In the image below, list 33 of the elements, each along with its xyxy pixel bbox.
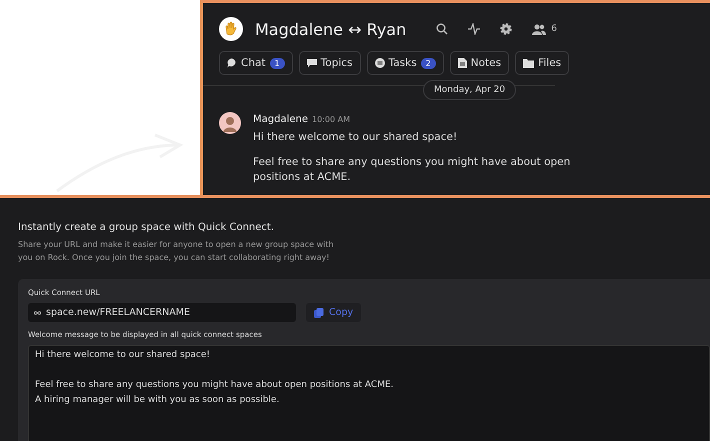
url-value: space.new/FREELANCERNAME <box>46 307 190 318</box>
avatar-icon <box>219 112 241 134</box>
waving-hand-avatar-icon <box>219 17 243 41</box>
section-description: Share your URL and make it easier for anyone to open a new group space with you on Rock. Once you join the space, you can start collaborating right away! <box>18 239 335 264</box>
link-icon <box>34 310 41 314</box>
tab[interactable]: Chat 1 <box>219 51 293 75</box>
activity-icon[interactable] <box>468 23 480 35</box>
message-author: Magdalene <box>253 114 308 125</box>
space-title: Magdalene ↔ Ryan <box>255 20 406 38</box>
tab[interactable]: Files <box>515 51 570 75</box>
tab[interactable]: Tasks 2 <box>366 51 444 75</box>
message-text: Feel free to share any questions you might have about open positions at ACME. <box>253 155 572 185</box>
people-icon[interactable] <box>532 24 546 34</box>
settings-icon[interactable] <box>500 23 512 35</box>
document-icon <box>458 58 467 68</box>
welcome-message-field[interactable]: Hi there welcome to our shared space! Feel free to share any questions you might have about open positions at ACME. A hiring manager will be with you as soon as possible. <box>28 345 710 441</box>
date-divider: Monday, Apr 20 <box>423 80 516 100</box>
url-field[interactable]: space.new/FREELANCERNAME <box>28 303 296 322</box>
copy-button[interactable]: Copy <box>306 303 362 322</box>
count-badge: 2 <box>420 58 436 68</box>
copy-icon <box>314 308 324 318</box>
list-circle-icon <box>374 58 385 68</box>
member-count: 6 <box>551 24 557 34</box>
message-icon <box>306 58 317 68</box>
message-text: Hi there welcome to our shared space! <box>253 130 458 145</box>
section-heading: Instantly create a group space with Quick Connect. <box>18 222 276 233</box>
search-icon[interactable] <box>436 23 448 35</box>
message-time: 10:00 AM <box>312 115 350 124</box>
tab[interactable]: Notes <box>450 51 510 75</box>
count-badge: 1 <box>270 58 285 68</box>
chat-bubble-icon <box>227 58 237 68</box>
tab[interactable]: Topics <box>298 51 361 75</box>
folder-icon <box>523 58 534 68</box>
